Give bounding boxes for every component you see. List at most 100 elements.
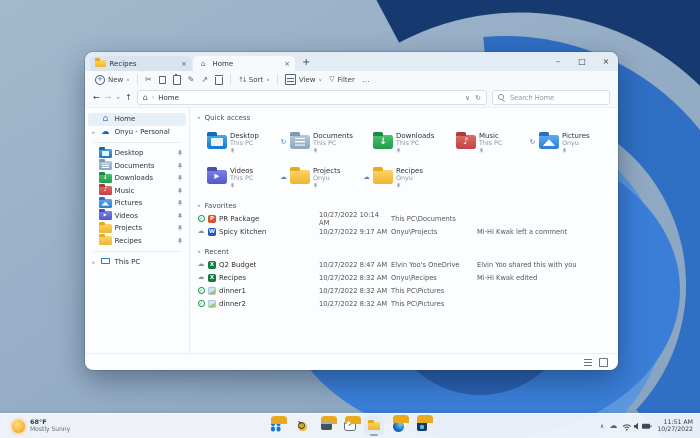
search-box[interactable] (492, 90, 610, 105)
new-tab-button[interactable]: + (302, 56, 310, 70)
tab-strip: Recipes × Home × (90, 56, 296, 71)
favorites-header[interactable]: ∨ Favorites (197, 199, 618, 212)
sort-icon: ↑↓ (238, 75, 248, 84)
expand-chevron-icon[interactable]: ∨ (91, 260, 96, 265)
new-button[interactable]: + New ∨ (95, 74, 130, 85)
close-button[interactable]: × (594, 52, 618, 71)
file-row[interactable]: Spicy Kitchen 10/27/2022 9:17 AM Onyu\Pr… (197, 225, 618, 238)
sidebar-item[interactable]: ∨ Onyu - Personal (88, 126, 186, 139)
tab-close-icon[interactable]: × (181, 60, 187, 68)
chat-button[interactable] (340, 416, 361, 436)
breadcrumb-location[interactable]: Home (158, 94, 179, 102)
quick-access-tile[interactable]: Projects Onyu (280, 162, 363, 192)
sidebar-item[interactable]: ∨ Pictures (88, 196, 186, 210)
chevron-down-icon: ∨ (126, 77, 130, 82)
weather-widget[interactable]: 68°F Mostly Sunny (12, 414, 70, 438)
cut-icon[interactable]: ✂ (145, 75, 152, 84)
store-button[interactable] (412, 415, 433, 436)
delete-icon[interactable] (214, 74, 224, 85)
tab-icon (95, 58, 106, 68)
sidebar-bottom-group: ∨ This PC (85, 256, 189, 269)
recent-header[interactable]: ∨ Recent (197, 245, 618, 258)
quick-access-tile[interactable]: Downloads This PC (363, 127, 446, 157)
start-button[interactable] (268, 416, 288, 436)
tab-label: Home (212, 59, 234, 68)
large-thumbnails-view-icon[interactable] (599, 357, 608, 367)
pin-icon (177, 175, 183, 181)
sidebar-item[interactable]: ∨ Desktop (88, 146, 186, 160)
quick-access-tile[interactable]: Music This PC (446, 127, 529, 157)
more-options-icon[interactable]: … (362, 75, 370, 84)
search-input[interactable] (508, 92, 604, 103)
onedrive-tray-icon[interactable]: ☁ (609, 422, 617, 430)
explorer-tab[interactable]: Recipes × (90, 56, 192, 71)
sort-button[interactable]: ↑↓ Sort ∨ (238, 76, 270, 84)
file-row[interactable]: dinner2 10/27/2022 8:32 AM This PC\Pictu… (197, 297, 618, 310)
folder-icon (99, 159, 112, 171)
search-button[interactable] (292, 416, 312, 436)
pin-icon (177, 150, 183, 156)
file-explorer-button[interactable] (364, 416, 384, 436)
expand-chevron-icon[interactable]: ∨ (91, 129, 96, 135)
edge-button[interactable] (388, 414, 409, 436)
forward-button[interactable]: → (105, 93, 112, 102)
sidebar-item[interactable]: ∨ Recipes (88, 234, 186, 248)
file-date: 10/27/2022 10:14 AM (319, 210, 379, 227)
file-location: This PC\Pictures (391, 299, 445, 308)
file-row[interactable]: Recipes 10/27/2022 8:32 AM Onyu\Recipes … (197, 271, 618, 284)
item-icon (99, 258, 112, 267)
sidebar-item[interactable]: ∨ Home (88, 113, 186, 126)
quick-access-tile[interactable]: Pictures Onyu (529, 127, 612, 157)
sync-status-icon (197, 261, 205, 268)
folder-location: Onyu (312, 173, 330, 182)
quick-access-tile[interactable]: Desktop This PC (197, 127, 280, 157)
network-volume-battery-icons[interactable] (622, 421, 652, 431)
folder-location: This PC (312, 138, 337, 147)
quick-access-tile[interactable]: Documents This PC (280, 127, 363, 157)
sidebar-item[interactable]: ∨ Downloads (88, 171, 186, 185)
paste-icon[interactable] (172, 73, 181, 85)
file-row[interactable]: dinner1 10/27/2022 8:32 AM This PC\Pictu… (197, 284, 618, 297)
sidebar-item[interactable]: ∨ Projects (88, 221, 186, 235)
system-tray: ∧ ☁ 11:51 AM 10/27/2022 (600, 414, 693, 438)
clock[interactable]: 11:51 AM 10/27/2022 (657, 419, 693, 434)
item-icon (99, 115, 112, 124)
file-row[interactable]: Q2 Budget 10/27/2022 8:47 AM Elvin Yoo's… (197, 258, 618, 271)
share-icon[interactable]: ↗ (201, 75, 208, 84)
file-name: dinner1 (219, 286, 246, 295)
sidebar-top-group: ∨ Home ∨ Onyu - Personal (85, 113, 189, 138)
sidebar-item[interactable]: ∨ Documents (88, 159, 186, 173)
maximize-button[interactable]: □ (570, 52, 594, 71)
rename-icon[interactable]: ✎ (188, 75, 195, 84)
details-view-icon[interactable] (584, 358, 592, 366)
quick-access-tile[interactable]: Recipes Onyu (363, 162, 446, 192)
task-view-button[interactable] (316, 416, 337, 436)
quick-access-tile[interactable]: Videos This PC (197, 162, 280, 192)
sidebar-item-label: Music (114, 186, 135, 195)
file-date: 10/27/2022 8:32 AM (319, 299, 388, 308)
copy-icon[interactable] (158, 75, 166, 84)
address-dropdown-chevron-icon[interactable]: ∨ (465, 94, 470, 102)
minimize-button[interactable]: – (546, 52, 570, 71)
sidebar-item[interactable]: ∨ Music (88, 184, 186, 198)
sort-button-label: Sort (248, 75, 264, 84)
refresh-icon[interactable]: ↻ (475, 94, 481, 102)
breadcrumb[interactable]: ⌂ › Home ∨ ↻ (136, 90, 487, 105)
recent-locations-chevron-icon[interactable]: ∨ (116, 95, 120, 100)
tab-close-icon[interactable]: × (284, 60, 290, 68)
file-row[interactable]: PR Package 10/27/2022 10:14 AM This PC\D… (197, 210, 618, 227)
filter-button[interactable]: ▽ Filter (329, 76, 355, 84)
back-button[interactable]: ← (93, 93, 100, 102)
file-type-icon (208, 260, 216, 269)
quick-access-header[interactable]: ∨ Quick access (197, 111, 618, 124)
view-button[interactable]: View ∨ (284, 74, 322, 85)
file-name: dinner2 (219, 299, 246, 308)
pin-icon (177, 213, 183, 219)
up-button[interactable]: ↑ (125, 93, 132, 102)
explorer-tab[interactable]: Home × (193, 56, 295, 71)
file-name: Recipes (219, 273, 247, 282)
sidebar-item[interactable]: ∨ Videos (88, 209, 186, 223)
sync-status-icon (529, 138, 536, 146)
sidebar-item[interactable]: ∨ This PC (88, 256, 186, 269)
tray-expand-chevron-icon[interactable]: ∧ (600, 423, 604, 430)
